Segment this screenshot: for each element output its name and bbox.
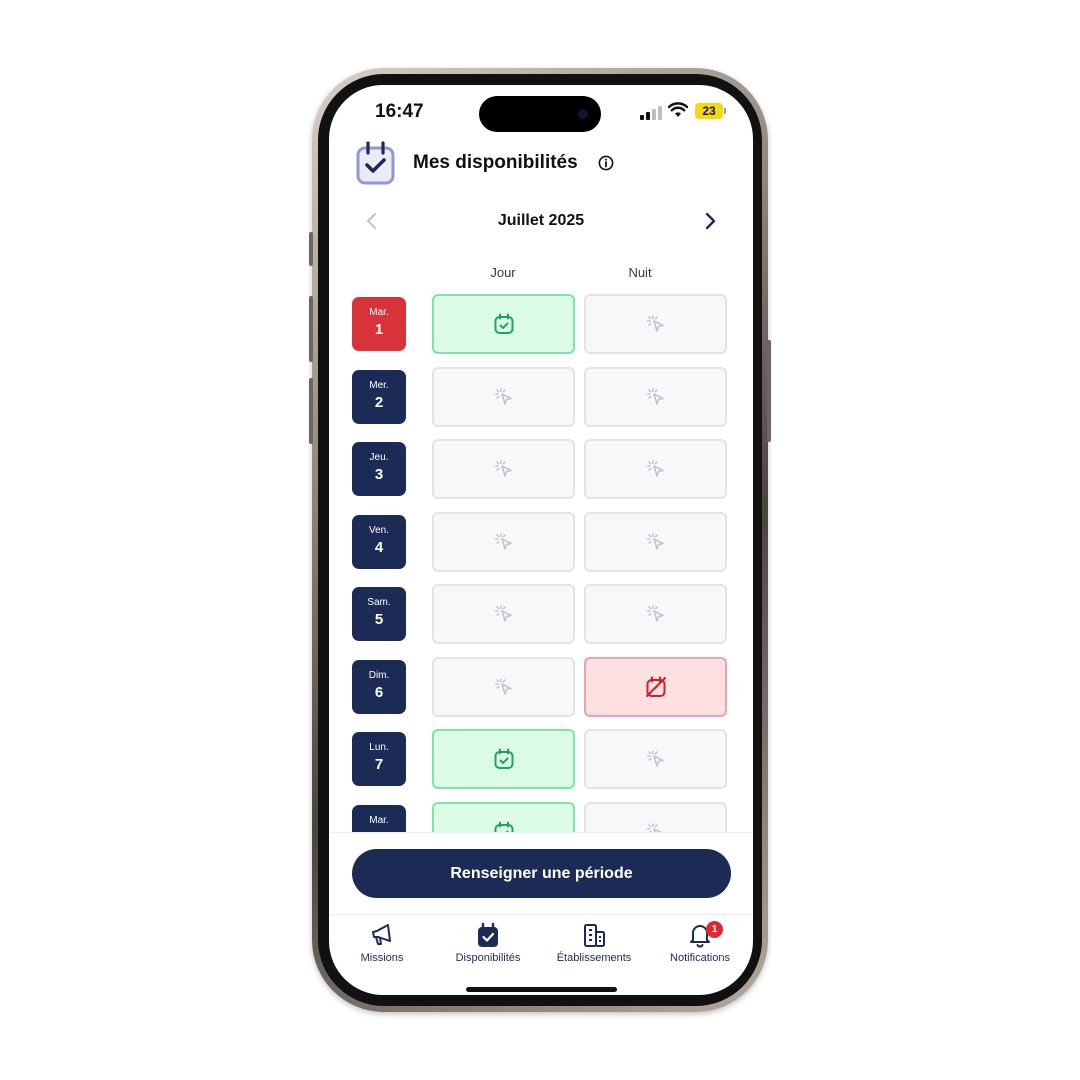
day-row: Mer. 2	[329, 355, 753, 427]
night-slot-empty[interactable]	[584, 366, 727, 427]
day-row: Sam. 5	[329, 572, 753, 644]
camera-dot	[578, 109, 588, 119]
dynamic-island	[479, 96, 601, 132]
day-number: 2	[374, 393, 384, 411]
tap-pointer-icon	[644, 602, 668, 626]
tab-etablissements[interactable]: Établissements	[541, 921, 647, 964]
tab-label: Notifications	[670, 952, 730, 964]
day-slot-empty[interactable]	[432, 366, 575, 427]
tap-pointer-icon	[644, 820, 668, 832]
day-badge: Sam. 5	[352, 587, 406, 641]
day-number: 6	[374, 683, 384, 701]
day-number: 3	[374, 466, 384, 483]
night-slot-empty[interactable]	[584, 511, 727, 572]
day-badge: Mar.8	[352, 804, 406, 832]
calendar-check-icon	[492, 312, 516, 336]
signal-icon	[640, 106, 662, 120]
day-row: Jeu. 3	[329, 427, 753, 499]
day-abbr: Mer.	[369, 379, 389, 391]
day-abbr: Mar.	[369, 307, 389, 318]
tab-missions[interactable]: Missions	[329, 921, 435, 964]
day-number: 5	[374, 611, 384, 628]
day-badge: Ven. 4	[352, 514, 406, 569]
calendar-check-icon	[478, 922, 498, 947]
night-slot-empty[interactable]	[584, 294, 727, 354]
page-title: Mes disponibilités	[413, 152, 578, 173]
day-badge: Lun. 7	[352, 732, 406, 786]
wifi-icon	[668, 102, 688, 117]
tap-pointer-icon	[644, 385, 668, 409]
day-slot-empty[interactable]	[432, 656, 575, 717]
night-slot-empty[interactable]	[584, 584, 727, 644]
day-number: 1	[374, 321, 384, 338]
tap-pointer-icon	[644, 747, 668, 771]
tap-pointer-icon	[644, 530, 668, 554]
day-abbr: Dim.	[368, 669, 390, 681]
app-screen: 16:47 23 Mes disponibilités Juillet 2025…	[329, 85, 753, 995]
month-label: Juillet 2025	[497, 212, 585, 229]
column-header-day: Jour	[490, 265, 516, 280]
day-abbr: Mar.	[369, 814, 389, 826]
day-slot-available[interactable]	[432, 801, 575, 832]
day-row: Dim. 6	[329, 645, 753, 717]
volume-up-button	[309, 296, 313, 362]
day-abbr: Sam.	[367, 597, 391, 608]
day-abbr: Lun.	[369, 742, 389, 753]
night-slot-empty[interactable]	[584, 729, 727, 789]
availability-grid: Mar. 1 Mer. 2 Jeu. 3 Ven. 4 Sam. 5 Dim. 6 Lun. 7 Mar.8	[329, 285, 753, 832]
calendar-check-icon	[492, 747, 516, 771]
battery-tip	[724, 108, 726, 114]
day-badge: Mar. 1	[352, 297, 406, 351]
set-period-button[interactable]: Renseigner une période	[352, 849, 731, 898]
tab-label: Disponibilités	[455, 952, 521, 964]
night-slot-unavailable[interactable]	[584, 656, 727, 717]
volume-down-button	[309, 378, 313, 444]
notification-badge: 1	[706, 921, 723, 938]
divider	[329, 832, 753, 833]
tap-pointer-icon	[492, 675, 516, 699]
day-slot-available[interactable]	[432, 729, 575, 789]
tap-pointer-icon	[644, 457, 668, 481]
calendar-check-icon	[356, 141, 395, 185]
building-icon	[584, 924, 605, 947]
tab-label: Établissements	[556, 952, 632, 964]
tab-disponibilites[interactable]: Disponibilités	[435, 921, 541, 964]
tab-label: Missions	[360, 952, 404, 964]
day-row: Lun. 7	[329, 717, 753, 789]
tap-pointer-icon	[492, 602, 516, 626]
power-button	[767, 340, 771, 442]
info-icon[interactable]	[598, 155, 614, 171]
status-time: 16:47	[375, 101, 424, 122]
night-slot-empty[interactable]	[584, 439, 727, 499]
day-abbr: Jeu.	[369, 452, 389, 463]
tab-notifications[interactable]: 1 Notifications	[647, 921, 753, 964]
day-row: Mar. 1	[329, 285, 753, 354]
day-row: Mar.8	[329, 790, 753, 832]
day-number: 7	[374, 756, 384, 773]
column-header-night: Nuit	[628, 265, 652, 280]
action-button	[309, 232, 313, 266]
tabbar-divider	[329, 914, 753, 915]
battery-icon: 23	[695, 103, 723, 119]
calendar-off-icon	[644, 675, 668, 699]
tap-pointer-icon	[644, 312, 668, 336]
day-slot-empty[interactable]	[432, 584, 575, 644]
next-month-chevron-icon[interactable]	[703, 211, 717, 231]
day-slot-empty[interactable]	[432, 439, 575, 499]
home-indicator	[466, 987, 617, 992]
day-badge: Dim. 6	[352, 659, 406, 714]
night-slot-empty[interactable]	[584, 801, 727, 832]
day-badge: Jeu. 3	[352, 442, 406, 496]
day-abbr: Ven.	[368, 524, 390, 536]
day-slot-available[interactable]	[432, 294, 575, 354]
calendar-check-icon	[492, 820, 516, 832]
day-number: 4	[374, 538, 384, 556]
day-slot-empty[interactable]	[432, 511, 575, 572]
tap-pointer-icon	[492, 457, 516, 481]
day-badge: Mer. 2	[352, 369, 406, 424]
tap-pointer-icon	[492, 385, 516, 409]
tap-pointer-icon	[492, 530, 516, 554]
day-row: Ven. 4	[329, 500, 753, 572]
megaphone-icon	[372, 924, 391, 945]
